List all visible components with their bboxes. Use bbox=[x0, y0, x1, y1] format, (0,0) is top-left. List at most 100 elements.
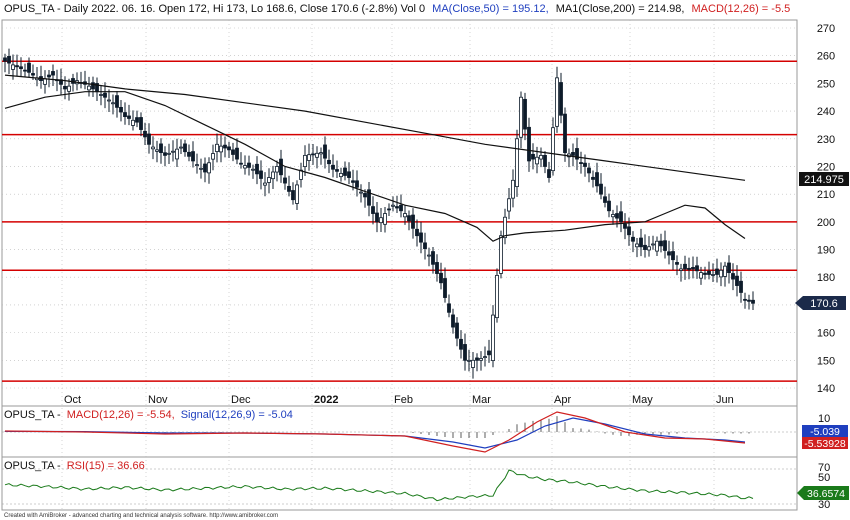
candle-body bbox=[643, 244, 647, 250]
price-tick-label: 210 bbox=[817, 189, 835, 201]
date-tick-label: Apr bbox=[554, 394, 571, 406]
price-tick-label: 140 bbox=[817, 383, 835, 395]
date-tick-label: Feb bbox=[394, 394, 413, 406]
candle-body bbox=[495, 274, 499, 319]
candle-body bbox=[259, 170, 263, 179]
price-tick-label: 220 bbox=[817, 161, 835, 173]
candle-body bbox=[403, 213, 407, 218]
price-tick-label: 160 bbox=[817, 328, 835, 340]
candle-body bbox=[459, 338, 463, 350]
candle-body bbox=[243, 165, 247, 169]
price-axis: 1401501601701801902002102202302402502602… bbox=[817, 23, 835, 395]
candle-body bbox=[103, 92, 107, 98]
candle-body bbox=[623, 223, 627, 229]
candle-body bbox=[415, 228, 419, 237]
candle-body bbox=[295, 184, 299, 204]
candle-body bbox=[431, 251, 435, 265]
macd-panel-prefix: OPUS_TA - bbox=[4, 409, 61, 421]
candle-body bbox=[655, 240, 659, 252]
candle-body bbox=[87, 85, 91, 91]
candle-body bbox=[687, 267, 691, 270]
candle-body bbox=[503, 216, 507, 239]
candle-body bbox=[627, 226, 631, 236]
candle-body bbox=[123, 112, 127, 118]
candle-body bbox=[387, 208, 391, 211]
candle-body bbox=[351, 180, 355, 183]
macd-tick-10: 10 bbox=[818, 413, 830, 425]
price-tick-label: 200 bbox=[817, 217, 835, 229]
candle-body bbox=[491, 314, 495, 361]
candle-body bbox=[531, 153, 535, 160]
candle-body bbox=[311, 153, 315, 156]
candle-body bbox=[747, 299, 751, 302]
candle-body bbox=[275, 166, 279, 173]
candle-body bbox=[235, 147, 239, 160]
candle-body bbox=[23, 69, 27, 72]
candle-body bbox=[535, 156, 539, 165]
candle-body bbox=[411, 214, 415, 229]
candle-body bbox=[651, 243, 655, 246]
candle-body bbox=[611, 214, 615, 218]
candle-body bbox=[207, 162, 211, 174]
header-macd: MACD(12,26) = -5.5 bbox=[692, 3, 791, 15]
candle-body bbox=[423, 242, 427, 250]
candle-body bbox=[307, 154, 311, 161]
candle-body bbox=[383, 213, 387, 225]
candle-body bbox=[323, 144, 327, 159]
candle-body bbox=[331, 164, 335, 170]
candle-body bbox=[455, 322, 459, 339]
candle-body bbox=[591, 176, 595, 180]
candle-body bbox=[639, 237, 643, 248]
candle-body bbox=[519, 96, 523, 138]
candle-body bbox=[547, 169, 551, 178]
candle-body bbox=[335, 169, 339, 172]
candle-body bbox=[555, 77, 559, 127]
candle-body bbox=[715, 268, 719, 275]
candle-body bbox=[511, 179, 515, 199]
candle-body bbox=[479, 358, 483, 361]
candle-body bbox=[199, 167, 203, 170]
candle-body bbox=[143, 130, 147, 138]
candle-body bbox=[427, 254, 431, 257]
header-ma200: MA1(Close,200) = 214.98, bbox=[556, 3, 685, 15]
price-panel bbox=[1, 19, 798, 407]
header-ma50: MA(Close,50) = 195.12, bbox=[432, 3, 548, 15]
svg-text:-5.53928: -5.53928 bbox=[804, 438, 846, 450]
candle-body bbox=[71, 78, 75, 84]
price-tick-label: 270 bbox=[817, 23, 835, 35]
svg-text:-5.039: -5.039 bbox=[810, 426, 840, 438]
candle-body bbox=[127, 115, 131, 119]
candle-body bbox=[227, 146, 231, 151]
candle-body bbox=[355, 180, 359, 188]
price-tick-label: 190 bbox=[817, 245, 835, 257]
macd-panel-signal: Signal(12,26,9) = -5.04 bbox=[181, 409, 293, 421]
rsi-panel-prefix: OPUS_TA - bbox=[4, 460, 61, 472]
candle-body bbox=[711, 274, 715, 276]
candle-body bbox=[287, 185, 291, 192]
svg-text:OPUS_TA - RSI(15) = 36.66: OPUS_TA - RSI(15) = 36.66 bbox=[4, 460, 145, 472]
candle-body bbox=[63, 85, 67, 90]
candle-body bbox=[663, 240, 667, 251]
candle-body bbox=[467, 359, 471, 362]
macd-panel-macd: MACD(12,26) = -5.54, bbox=[67, 409, 175, 421]
candle-body bbox=[507, 198, 511, 212]
candle-body bbox=[43, 78, 47, 85]
candle-body bbox=[751, 299, 755, 304]
date-tick-label: 2022 bbox=[314, 394, 338, 406]
candle-body bbox=[247, 162, 251, 168]
rsi-panel-value: RSI(15) = 36.66 bbox=[67, 460, 145, 472]
candle-body bbox=[631, 236, 635, 242]
candle-body bbox=[499, 235, 503, 274]
candle-body bbox=[211, 153, 215, 160]
candle-body bbox=[551, 127, 555, 172]
date-tick-label: Dec bbox=[231, 394, 251, 406]
candle-body bbox=[183, 143, 187, 153]
candle-body bbox=[523, 98, 527, 130]
candle-body bbox=[527, 126, 531, 162]
candle-body bbox=[147, 133, 151, 145]
signal-badge: -5.039 bbox=[802, 425, 848, 438]
svg-text:170.6: 170.6 bbox=[810, 298, 838, 310]
svg-text:OPUS_TA - MACD(12,26) = -5: OPUS_TA - MACD(12,26) = -5.54, Signal(12… bbox=[4, 409, 293, 421]
candle-body bbox=[191, 151, 195, 162]
candle-body bbox=[659, 240, 663, 247]
